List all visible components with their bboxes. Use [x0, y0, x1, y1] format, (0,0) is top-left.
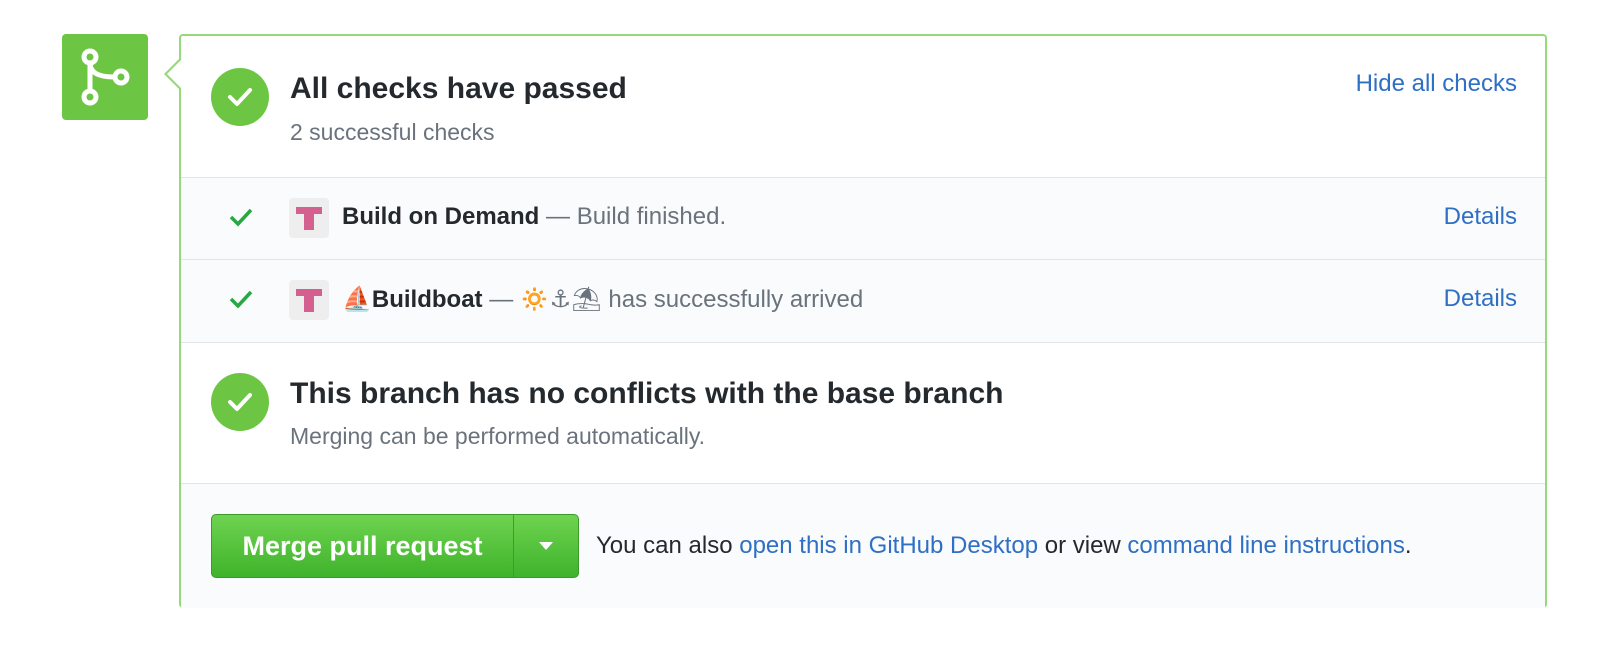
tshirt-icon	[289, 280, 329, 320]
check-row: Build on Demand — Build finished. Detail…	[181, 178, 1545, 260]
no-conflicts-icon	[211, 373, 269, 431]
timeline-caret-fill	[167, 60, 181, 88]
check-separator: —	[539, 203, 577, 230]
checks-summary-subtitle: 2 successful checks	[290, 119, 495, 145]
caret-down-icon	[539, 542, 553, 550]
tshirt-icon	[289, 198, 329, 238]
open-in-desktop-link[interactable]: open this in GitHub Desktop	[739, 532, 1038, 559]
check-description: Build finished.	[576, 203, 727, 230]
note-prefix: You can also	[596, 532, 740, 559]
check-context-text: ⛵Buildboat — 🔅⚓⛱ has successfully arrive…	[342, 285, 863, 314]
git-merge-icon	[81, 48, 130, 106]
merge-pull-request-button[interactable]: Merge pull request	[212, 515, 514, 577]
checks-summary-title: All checks have passed	[290, 72, 627, 105]
merge-alternatives-note: You can also open this in GitHub Desktop…	[596, 532, 1412, 560]
check-context-text: Build on Demand — Build finished.	[342, 203, 726, 231]
merge-action-section: Merge pull request You can also open thi…	[181, 483, 1545, 608]
merge-status-box: All checks have passed 2 successful chec…	[179, 34, 1547, 608]
check-success-icon	[229, 290, 253, 309]
branch-status-title: This branch has no conflicts with the ba…	[290, 377, 1004, 410]
check-success-icon	[229, 208, 253, 227]
checks-summary-section: All checks have passed 2 successful chec…	[181, 36, 1545, 177]
check-details-link[interactable]: Details	[1444, 203, 1517, 231]
check-description: 🔅⚓⛱ has successfully arrived	[519, 286, 864, 313]
checks-list: Build on Demand — Build finished. Detail…	[181, 177, 1545, 342]
check-separator: —	[482, 286, 520, 313]
branch-status-section: This branch has no conflicts with the ba…	[181, 342, 1545, 483]
note-suffix: .	[1404, 532, 1412, 559]
check-row: ⛵Buildboat — 🔅⚓⛱ has successfully arrive…	[181, 260, 1545, 342]
check-name: Build on Demand	[342, 203, 540, 230]
merge-button-group: Merge pull request	[211, 514, 579, 578]
check-details-link[interactable]: Details	[1444, 285, 1517, 313]
merge-method-dropdown-button[interactable]	[514, 515, 578, 577]
checks-passed-icon	[211, 68, 269, 126]
command-line-instructions-link[interactable]: command line instructions	[1127, 532, 1404, 559]
hide-all-checks-link[interactable]: Hide all checks	[1356, 70, 1517, 98]
note-middle: or view	[1038, 532, 1128, 559]
git-merge-icon-box	[62, 34, 148, 120]
branch-status-subtitle: Merging can be performed automatically.	[290, 423, 706, 449]
check-name: ⛵Buildboat	[342, 286, 483, 313]
